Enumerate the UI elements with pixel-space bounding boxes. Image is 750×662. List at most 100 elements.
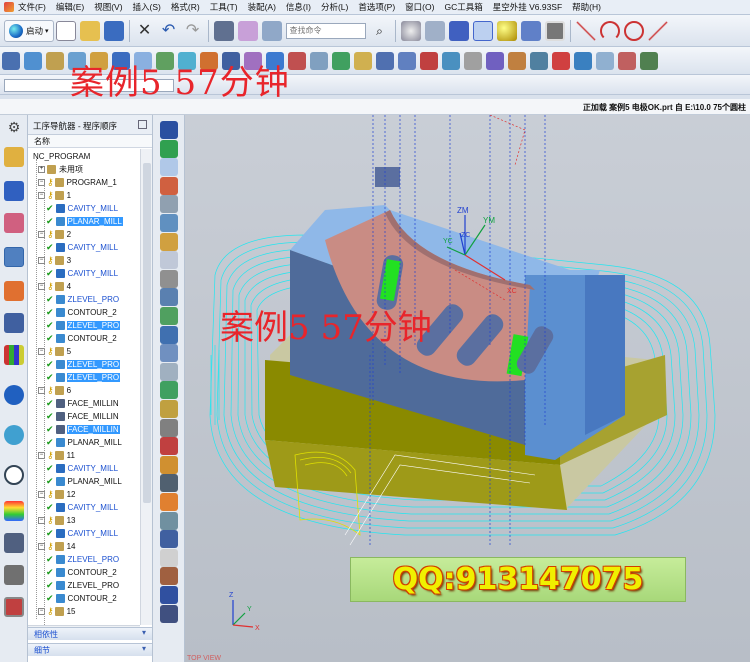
new-file-icon[interactable] bbox=[55, 20, 76, 41]
circle-icon[interactable] bbox=[623, 20, 644, 41]
save-icon[interactable] bbox=[103, 20, 124, 41]
rotate-view-icon[interactable] bbox=[424, 20, 445, 41]
find-command-input[interactable] bbox=[285, 22, 366, 39]
delete-icon[interactable]: ✕ bbox=[135, 21, 155, 41]
spline-icon[interactable] bbox=[647, 20, 668, 41]
operation-tool-icon[interactable] bbox=[160, 418, 178, 437]
cam-tool-icon[interactable] bbox=[464, 51, 482, 70]
settings-icon[interactable]: ⚙ bbox=[4, 117, 24, 137]
cam-tool-icon[interactable] bbox=[24, 51, 42, 70]
detail-section[interactable]: 细节 ▾ bbox=[28, 643, 152, 656]
operation-tool-icon[interactable] bbox=[160, 604, 178, 623]
roles-icon[interactable] bbox=[4, 533, 24, 553]
operation-tool-icon[interactable] bbox=[160, 344, 178, 363]
pin-icon[interactable] bbox=[138, 120, 147, 129]
operation-tool-icon[interactable] bbox=[160, 586, 178, 604]
operation-tool-icon[interactable] bbox=[160, 362, 178, 381]
cam-tool-icon[interactable] bbox=[486, 51, 504, 70]
operation-tool-icon[interactable] bbox=[160, 400, 178, 418]
operation-tool-icon[interactable] bbox=[160, 548, 178, 567]
operation-row[interactable]: ✔ PLANAR_MILL bbox=[46, 475, 123, 487]
operation-row[interactable]: ✔ CAVITY_MILL bbox=[46, 202, 119, 214]
cam-tool-icon[interactable] bbox=[288, 51, 306, 70]
menu-item[interactable]: GC工具箱 bbox=[444, 1, 482, 13]
cam-tool-icon[interactable] bbox=[2, 51, 20, 70]
cam-tool-icon[interactable] bbox=[332, 51, 350, 70]
operation-row[interactable]: ✔ PLANAR_MILL bbox=[46, 436, 123, 448]
constraint-navigator-icon[interactable] bbox=[4, 181, 24, 201]
cam-tool-icon[interactable] bbox=[354, 51, 372, 70]
operation-tool-icon[interactable] bbox=[160, 493, 178, 511]
search-icon[interactable]: ⌕ bbox=[370, 21, 390, 41]
operation-tool-icon[interactable] bbox=[160, 288, 178, 307]
operation-row[interactable]: ✔ ZLEVEL_PRO bbox=[46, 371, 121, 383]
tree-row[interactable]: + 未用项 bbox=[38, 163, 84, 175]
operation-tool-icon[interactable] bbox=[160, 195, 178, 214]
operation-row[interactable]: ✔ CAVITY_MILL bbox=[46, 462, 119, 474]
operation-tool-icon[interactable] bbox=[160, 251, 178, 270]
column-header-name[interactable]: 名称 bbox=[28, 135, 152, 148]
menu-item[interactable]: 文件(F) bbox=[18, 1, 46, 13]
reuse-library-icon[interactable] bbox=[4, 313, 24, 333]
operation-row[interactable]: ✔ CONTOUR_2 bbox=[46, 592, 118, 604]
tree-row[interactable]: − ⚷ PROGRAM_1 bbox=[38, 176, 118, 188]
menu-item[interactable]: 编辑(E) bbox=[56, 1, 84, 13]
operation-row[interactable]: ✔ CAVITY_MILL bbox=[46, 501, 119, 513]
operation-row[interactable]: ✔ ZLEVEL_PRO bbox=[46, 293, 120, 305]
start-button[interactable]: 启动 ▾ bbox=[4, 19, 54, 42]
menu-item[interactable]: 视图(V) bbox=[94, 1, 122, 13]
operation-row[interactable]: ✔ ZLEVEL_PRO bbox=[46, 358, 121, 370]
operation-tool-icon[interactable] bbox=[160, 325, 178, 344]
operation-row[interactable]: ✔ CONTOUR_2 bbox=[46, 306, 118, 318]
cam-tool-icon[interactable] bbox=[618, 51, 636, 70]
operation-tool-icon[interactable] bbox=[160, 474, 178, 493]
zoom-icon[interactable] bbox=[400, 20, 421, 41]
operation-tool-icon[interactable] bbox=[160, 232, 178, 251]
shaded-view-icon[interactable] bbox=[448, 20, 469, 41]
cam-tool-icon[interactable] bbox=[530, 51, 548, 70]
menu-item[interactable]: 帮助(H) bbox=[572, 1, 601, 13]
menu-item[interactable]: 星空外挂 V6.93SF bbox=[493, 1, 562, 13]
cam-tool-icon[interactable] bbox=[46, 51, 64, 70]
operation-row[interactable]: ✔ FACE_MILLIN bbox=[46, 423, 120, 435]
image-icon[interactable] bbox=[4, 597, 24, 617]
sphere-icon[interactable] bbox=[496, 20, 517, 41]
cam-tool-icon[interactable] bbox=[310, 51, 328, 70]
cam-tool-icon[interactable] bbox=[442, 51, 460, 70]
cam-tool-icon[interactable] bbox=[508, 51, 526, 70]
cam-tool-icon[interactable] bbox=[574, 51, 592, 70]
scroll-thumb[interactable] bbox=[143, 163, 151, 503]
menu-item[interactable]: 分析(L) bbox=[321, 1, 348, 13]
cam-tool-icon[interactable] bbox=[596, 51, 614, 70]
cam-tool-icon[interactable] bbox=[398, 51, 416, 70]
operation-row[interactable]: ✔ ZLEVEL_PRO bbox=[46, 579, 120, 591]
arc-icon[interactable] bbox=[599, 20, 620, 41]
operation-tool-icon[interactable] bbox=[160, 176, 178, 195]
palette-icon[interactable] bbox=[4, 501, 24, 521]
web-browser-icon[interactable] bbox=[4, 385, 24, 405]
line-icon[interactable] bbox=[575, 20, 596, 41]
move-object-icon[interactable] bbox=[261, 20, 282, 41]
cam-tool-icon[interactable] bbox=[376, 51, 394, 70]
operation-row[interactable]: ✔ CAVITY_MILL bbox=[46, 241, 119, 253]
orient-view-icon[interactable] bbox=[520, 20, 541, 41]
menu-item[interactable]: 窗口(O) bbox=[405, 1, 434, 13]
operation-row[interactable]: ✔ CONTOUR_2 bbox=[46, 566, 118, 578]
wireframe-view-icon[interactable] bbox=[472, 20, 493, 41]
machine-tool-icon[interactable] bbox=[4, 281, 24, 301]
tree-vertical-scrollbar[interactable] bbox=[140, 149, 152, 625]
operation-tool-icon[interactable] bbox=[160, 158, 178, 177]
system-scenes-icon[interactable] bbox=[4, 565, 24, 585]
operation-tool-icon[interactable] bbox=[160, 269, 178, 288]
operation-row[interactable]: ✔ FACE_MILLIN bbox=[46, 397, 120, 409]
edit-object-icon[interactable] bbox=[237, 20, 258, 41]
clock-icon[interactable] bbox=[4, 465, 24, 485]
dependency-section[interactable]: 相依性 ▾ bbox=[28, 627, 152, 640]
history-icon[interactable] bbox=[4, 425, 24, 445]
assembly-navigator-icon[interactable] bbox=[4, 147, 24, 167]
nx-app-icon[interactable] bbox=[4, 2, 14, 12]
operation-row[interactable]: ✔ PLANAR_MILL bbox=[46, 215, 123, 227]
operation-navigator-icon[interactable] bbox=[4, 247, 24, 267]
tree-row[interactable]: NC_PROGRAM bbox=[32, 150, 91, 162]
background-icon[interactable] bbox=[544, 20, 565, 41]
